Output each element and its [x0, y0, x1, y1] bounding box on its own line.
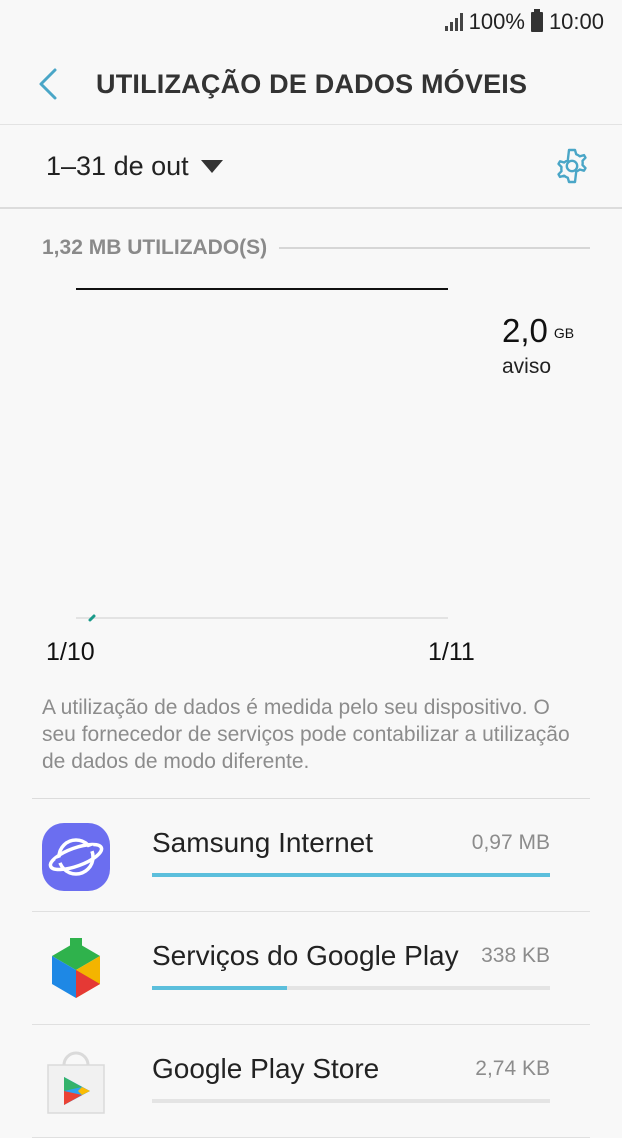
caret-down-icon: [200, 159, 223, 173]
app-data-size: 0,97 MB: [471, 831, 550, 854]
status-bar: 100% 10:00: [0, 0, 622, 44]
back-arrow-icon: [39, 68, 57, 100]
back-button[interactable]: [18, 54, 78, 114]
google-play-store-icon: [47, 1051, 105, 1114]
x-axis-end-label: 1/11: [428, 638, 475, 666]
app-row-samsung-internet[interactable]: Samsung Internet 0,97 MB: [0, 799, 622, 912]
period-dropdown[interactable]: 1–31 de out: [46, 151, 223, 182]
app-name: Samsung Internet: [152, 827, 374, 858]
app-name: Serviços do Google Play: [152, 940, 459, 971]
period-label: 1–31 de out: [46, 150, 189, 181]
measurement-note: A utilização de dados é medida pelo seu …: [42, 696, 570, 773]
battery-icon: [530, 9, 543, 32]
clock: 10:00: [548, 9, 604, 34]
period-row: 1–31 de out: [0, 125, 622, 207]
page-title: UTILIZAÇÃO DE DADOS MÓVEIS: [96, 68, 528, 99]
usage-summary: 1,32 MB UTILIZADO(S): [42, 236, 590, 260]
usage-bar: [152, 873, 550, 877]
usage-bar-fill: [152, 873, 550, 877]
app-bar: UTILIZAÇÃO DE DADOS MÓVEIS: [0, 44, 622, 124]
google-play-services-icon: [52, 938, 100, 998]
battery-percent: 100%: [468, 9, 525, 34]
app-data-size: 2,74 KB: [475, 1057, 550, 1080]
signal-icon: [444, 13, 463, 31]
app-row-google-play-store[interactable]: Google Play Store 2,74 KB: [0, 1025, 622, 1138]
usage-bar-fill: [152, 986, 288, 990]
app-row-google-play-services[interactable]: Serviços do Google Play 338 KB: [0, 912, 622, 1025]
usage-bar: [152, 986, 550, 990]
warning-value-text: 2,0 GB: [502, 312, 574, 350]
usage-header-line: [279, 247, 590, 249]
warning-value: 2,0: [502, 312, 548, 349]
gear-icon[interactable]: [552, 146, 592, 186]
warning-label: aviso: [502, 355, 552, 378]
usage-line: [88, 614, 96, 622]
app-name: Google Play Store: [152, 1053, 380, 1084]
samsung-internet-icon: [42, 823, 110, 891]
app-data-size: 338 KB: [481, 944, 550, 967]
x-axis-start-label: 1/10: [46, 638, 95, 666]
warning-unit: GB: [553, 325, 575, 342]
app-usage-list: Samsung Internet 0,97 MB Serviços do Goo…: [0, 799, 622, 1138]
usage-bar: [152, 1099, 550, 1103]
usage-used-label: 1,32 MB UTILIZADO(S): [42, 236, 268, 259]
period-divider: [0, 207, 622, 209]
